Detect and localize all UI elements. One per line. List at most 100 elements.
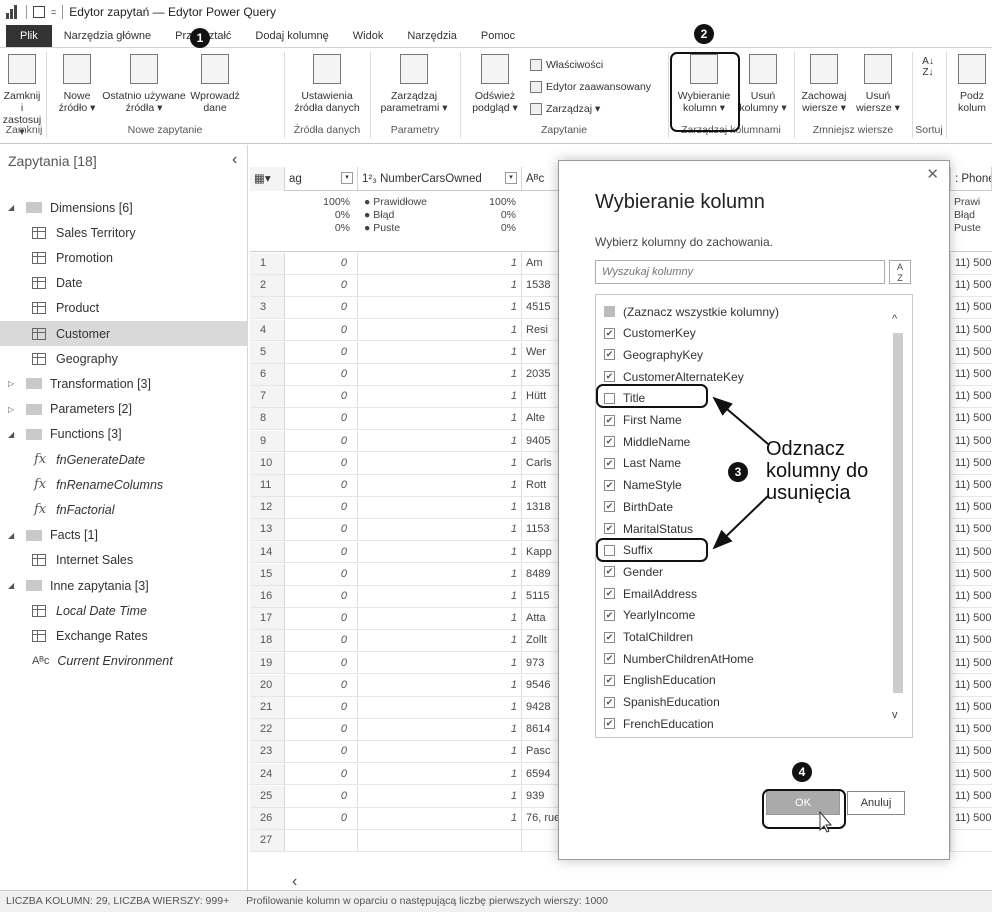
table-cell[interactable]: 11) 500 [950, 808, 992, 829]
row-number[interactable]: 20 [250, 674, 285, 696]
table-cell[interactable]: 1 [358, 652, 522, 674]
checkbox[interactable]: ✔ [604, 653, 615, 665]
table-cell[interactable]: 11) 500 [950, 541, 992, 563]
split-column-button[interactable]: Podz kolum [952, 48, 992, 114]
table-cell[interactable]: 1 [358, 630, 522, 652]
table-cell[interactable]: 1 [358, 297, 522, 319]
table-cell[interactable]: 1 [358, 452, 522, 474]
table-cell[interactable]: 11) 500 [950, 674, 992, 696]
column-checkbox-item[interactable]: ✔ YearlyIncome [604, 605, 695, 626]
table-cell[interactable]: 11) 500 [950, 586, 992, 607]
row-number[interactable]: 12 [250, 497, 285, 518]
query-item[interactable]: Exchange Rates [0, 623, 248, 648]
table-cell[interactable]: 11) 500 [950, 697, 992, 718]
refresh-preview-button[interactable]: Odśwież podgląd ▾ [464, 48, 526, 114]
table-cell[interactable]: 1 [358, 497, 522, 518]
column-header[interactable]: ag ▾ [285, 167, 358, 191]
query-item[interactable]: Product [0, 296, 248, 321]
table-cell[interactable]: 11) 500 [950, 253, 992, 274]
column-checkbox-item[interactable]: ✔ MiddleName [604, 431, 690, 452]
checkbox[interactable]: ✔ [604, 696, 615, 708]
table-cell[interactable]: 0 [285, 452, 358, 474]
table-cell[interactable]: 0 [285, 475, 358, 496]
table-cell[interactable]: 11) 500 [950, 652, 992, 674]
column-checkbox-item[interactable]: ✔ Last Name [604, 453, 681, 474]
save-icon[interactable] [33, 6, 45, 18]
query-item[interactable]: Local Date Time [0, 598, 248, 623]
expand-open-icon[interactable]: ◢ [8, 531, 18, 540]
tab-view[interactable]: Widok [341, 25, 396, 47]
tab-file[interactable]: Plik [6, 24, 52, 47]
table-cell[interactable] [950, 830, 992, 851]
checkbox[interactable]: ✔ [604, 566, 615, 578]
table-cell[interactable]: 1 [358, 364, 522, 385]
table-cell[interactable]: 11) 500 [950, 275, 992, 296]
table-cell[interactable]: 0 [285, 697, 358, 718]
checkbox[interactable]: ✔ [604, 436, 615, 448]
row-number[interactable]: 9 [250, 430, 285, 452]
row-number[interactable]: 27 [250, 830, 285, 851]
checkbox[interactable]: ✔ [604, 414, 615, 426]
row-number[interactable]: 1 [250, 253, 285, 274]
table-cell[interactable]: 11) 500 [950, 364, 992, 385]
recent-sources-button[interactable]: Ostatnio używane źródła ▾ [102, 48, 186, 114]
scroll-thumb[interactable] [893, 333, 903, 693]
table-cell[interactable]: 11) 500 [950, 608, 992, 629]
keep-rows-button[interactable]: Zachowaj wiersze ▾ [798, 48, 850, 114]
row-number[interactable]: 3 [250, 297, 285, 319]
type-icon[interactable]: 1²₃ [362, 173, 377, 185]
table-cell[interactable]: 1 [358, 430, 522, 452]
query-group[interactable]: ▷ Parameters [2] [0, 397, 248, 422]
enter-data-button[interactable]: Wprowadź dane [184, 48, 246, 114]
column-checkbox-item[interactable]: ✔ NumberChildrenAtHome [604, 648, 754, 669]
table-cell[interactable]: 11) 500 [950, 519, 992, 541]
table-cell[interactable]: 1 [358, 519, 522, 541]
query-group[interactable]: ◢ Dimensions [6] [0, 195, 248, 220]
close-icon[interactable]: ✕ [926, 165, 939, 183]
column-checkbox-item[interactable]: ✔ NameStyle [604, 475, 682, 496]
table-cell[interactable]: 11) 500 [950, 785, 992, 807]
table-cell[interactable]: 11) 500 [950, 741, 992, 763]
table-cell[interactable]: 0 [285, 608, 358, 629]
table-cell[interactable]: 1 [358, 763, 522, 785]
table-cell[interactable]: 1 [358, 386, 522, 407]
table-cell[interactable]: 0 [285, 563, 358, 585]
table-cell[interactable]: 0 [285, 763, 358, 785]
manage-button[interactable]: Zarządzaj ▾ [530, 100, 600, 118]
column-checkbox-item[interactable]: (Zaznacz wszystkie kolumny) [604, 301, 779, 322]
tab-tools[interactable]: Narzędzia [395, 25, 469, 47]
checkbox[interactable]: ✔ [604, 609, 615, 621]
query-item[interactable]: Internet Sales [0, 548, 248, 573]
row-number[interactable]: 26 [250, 808, 285, 829]
table-cell[interactable]: 0 [285, 586, 358, 607]
table-cell[interactable]: 0 [285, 741, 358, 763]
table-cell[interactable]: 11) 500 [950, 475, 992, 496]
table-cell[interactable]: 1 [358, 319, 522, 341]
checklist-scrollbar[interactable]: ^ v [886, 295, 912, 737]
row-number[interactable]: 11 [250, 475, 285, 496]
checkbox[interactable]: ✔ [604, 674, 615, 686]
row-number[interactable]: 2 [250, 275, 285, 296]
quick-access-dropdown-icon[interactable]: = [51, 7, 56, 17]
table-cell[interactable]: 11) 500 [950, 719, 992, 740]
query-group[interactable]: ◢ Facts [1] [0, 523, 248, 548]
query-item[interactable]: Aᴮc Current Environment [0, 649, 248, 674]
column-checkbox-item[interactable]: ✔ Gender [604, 561, 663, 582]
scroll-left-icon[interactable]: ‹ [292, 873, 297, 890]
query-item[interactable]: Sales Territory [0, 220, 248, 245]
table-cell[interactable]: 1 [358, 475, 522, 496]
remove-rows-button[interactable]: Usuń wiersze ▾ [852, 48, 904, 114]
table-cell[interactable]: 1 [358, 697, 522, 718]
table-cell[interactable]: 1 [358, 674, 522, 696]
query-group[interactable]: ◢ Inne zapytania [3] [0, 573, 248, 598]
query-item[interactable]: Customer [0, 321, 248, 346]
properties-button[interactable]: Właściwości [530, 56, 603, 74]
table-cell[interactable]: 1 [358, 586, 522, 607]
tab-home[interactable]: Narzędzia główne [52, 25, 163, 47]
table-cell[interactable]: 1 [358, 808, 522, 829]
table-cell[interactable]: 1 [358, 275, 522, 296]
checkbox[interactable]: ✔ [604, 457, 615, 469]
checkbox[interactable]: ✔ [604, 479, 615, 491]
expand-closed-icon[interactable]: ▷ [8, 379, 18, 388]
table-cell[interactable]: 1 [358, 785, 522, 807]
